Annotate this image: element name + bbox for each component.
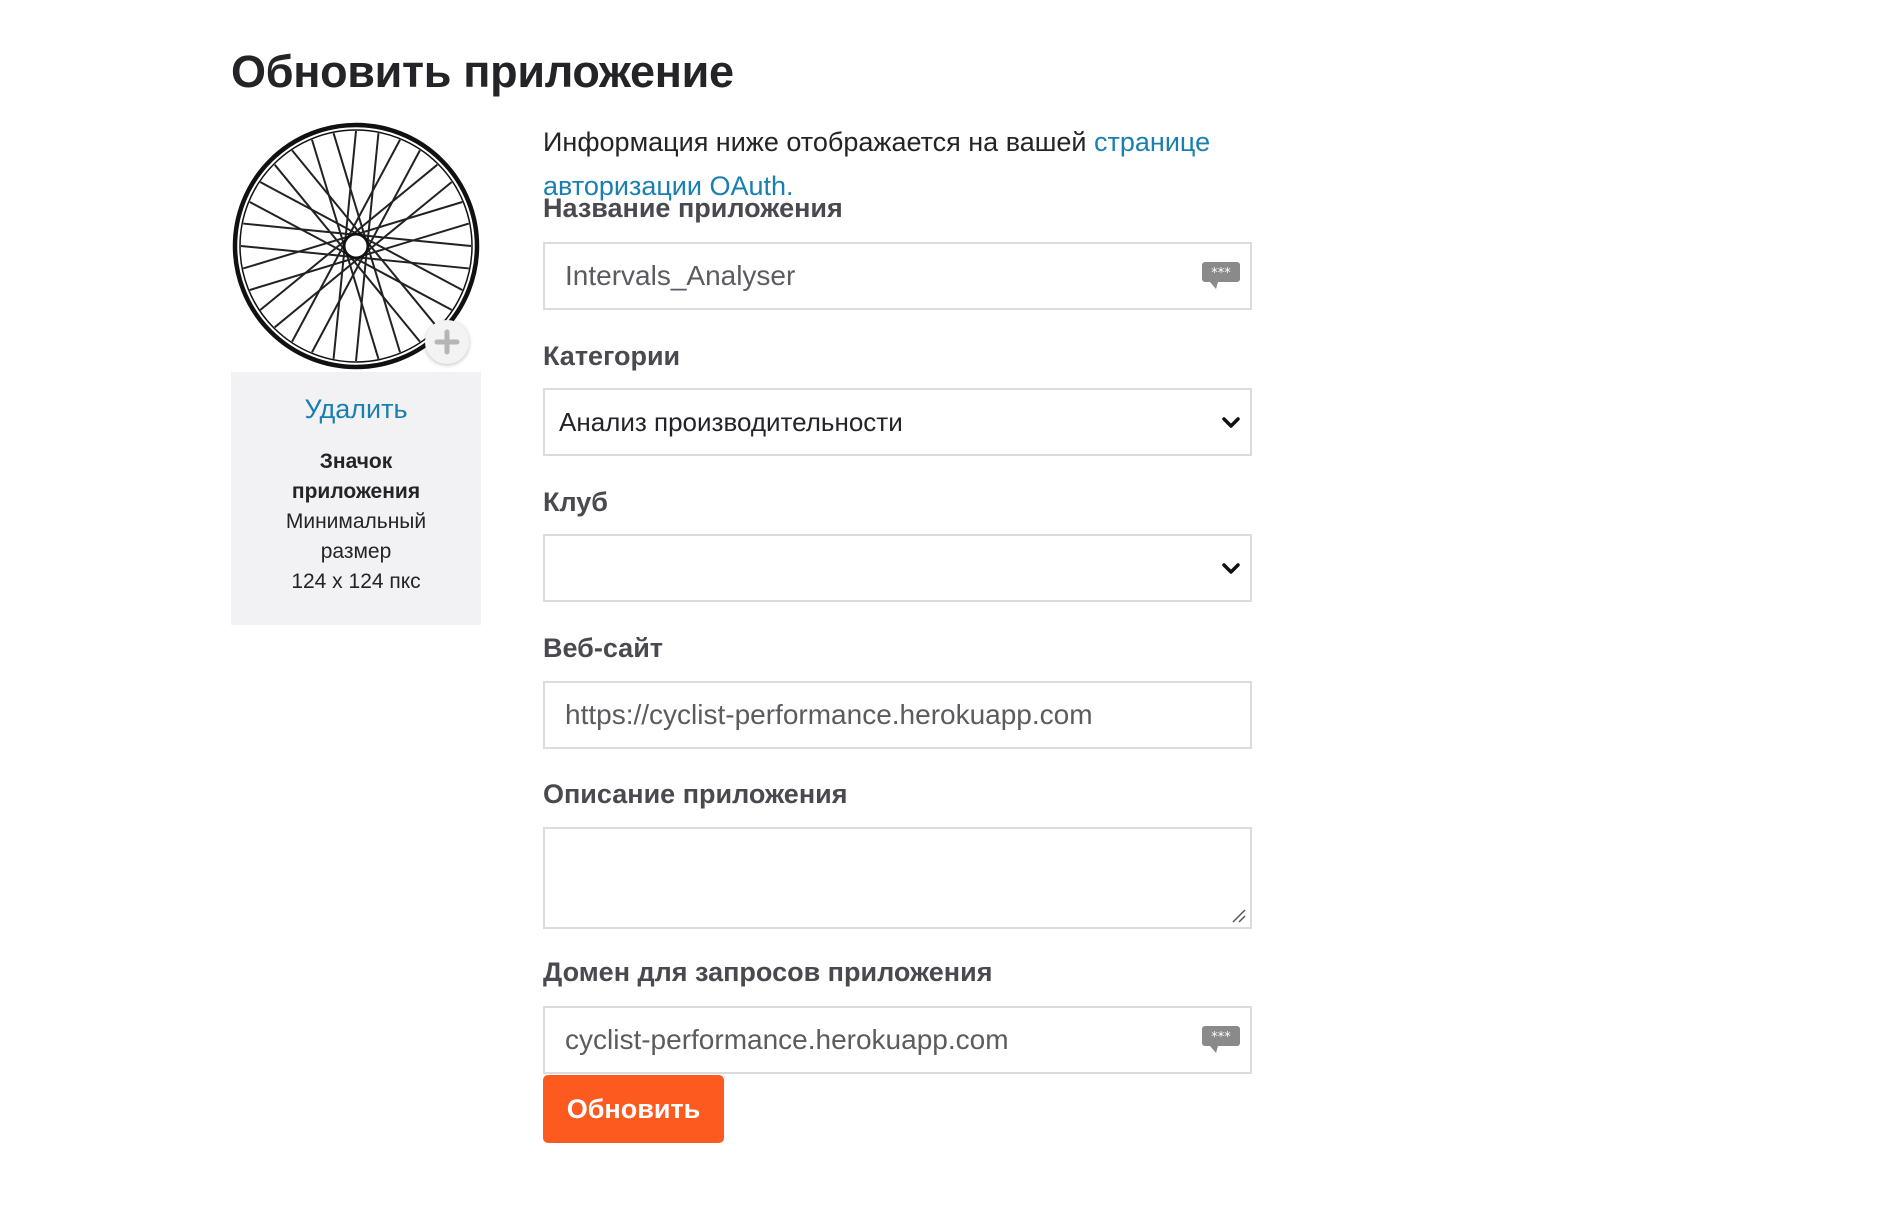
website-value: https://cyclist-performance.herokuapp.co… (565, 699, 1093, 730)
app-name-value: Intervals_Analyser (565, 260, 796, 291)
category-value: Анализ производительности (559, 406, 903, 437)
icon-info-panel: Удалить Значок приложения Минимальный ра… (231, 372, 481, 625)
svg-text:***: *** (1211, 1030, 1231, 1045)
icon-title: Значок приложения (291, 450, 421, 503)
club-select[interactable] (543, 534, 1252, 602)
app-icon-preview[interactable] (231, 120, 481, 372)
chevron-down-icon (1222, 563, 1240, 574)
chevron-down-icon (1222, 417, 1240, 428)
club-label: Клуб (543, 487, 608, 517)
callback-domain-label: Домен для запросов приложения (543, 957, 993, 987)
password-manager-icon[interactable]: *** (1200, 259, 1242, 293)
category-label: Категории (543, 341, 681, 371)
page-title: Обновить приложение (231, 46, 734, 97)
website-label: Веб-сайт (543, 633, 664, 663)
update-button[interactable]: Обновить (543, 1075, 724, 1143)
icon-size-value: 124 x 124 пкс (291, 570, 421, 593)
icon-size-hint: Минимальный размер (285, 510, 427, 563)
password-manager-icon[interactable]: *** (1200, 1023, 1242, 1057)
category-select[interactable]: Анализ производительности (543, 388, 1252, 456)
description-textarea[interactable] (543, 827, 1252, 929)
callback-domain-input[interactable]: cyclist-performance.herokuapp.com *** (543, 1006, 1252, 1074)
website-input[interactable]: https://cyclist-performance.herokuapp.co… (543, 681, 1252, 749)
app-name-input[interactable]: Intervals_Analyser *** (543, 242, 1252, 310)
resize-handle-icon[interactable] (1228, 905, 1246, 923)
description-label: Описание приложения (543, 779, 848, 809)
callback-domain-value: cyclist-performance.herokuapp.com (565, 1024, 1009, 1055)
svg-text:***: *** (1211, 266, 1231, 281)
app-icon-section: Удалить Значок приложения Минимальный ра… (231, 120, 481, 625)
app-form: Информация ниже отображается на вашей ст… (543, 120, 1263, 1143)
app-name-label: Название приложения (543, 193, 843, 223)
intro-prefix: Информация ниже отображается на вашей (543, 127, 1095, 157)
add-photo-icon[interactable] (425, 320, 469, 364)
delete-icon-link[interactable]: Удалить (231, 394, 481, 425)
